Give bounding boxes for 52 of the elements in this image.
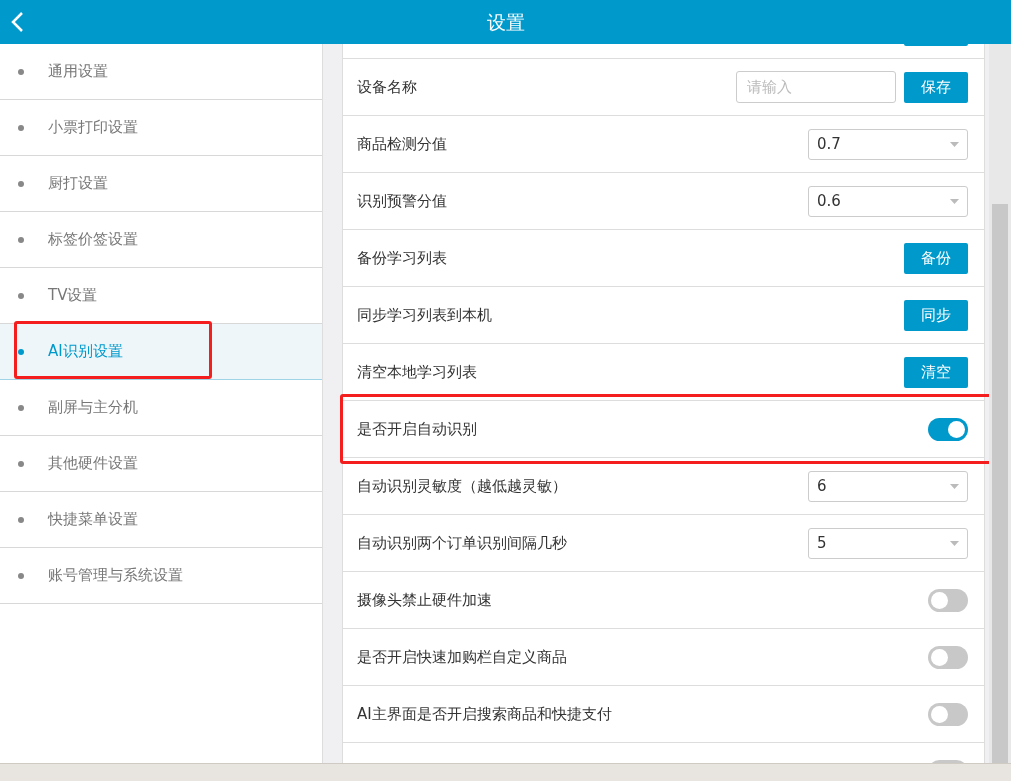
action-button[interactable]: 清空 — [904, 356, 968, 388]
toggle-switch[interactable] — [928, 702, 968, 726]
setting-label: 是否开启自动识别 — [357, 418, 477, 440]
caret-icon — [950, 198, 959, 204]
setting-label: 自动识别灵敏度（越低越灵敏） — [357, 475, 567, 497]
setting-label: 同步学习列表到本机 — [357, 304, 492, 326]
action-button[interactable]: 同步 — [904, 299, 968, 331]
bullet-icon — [18, 572, 24, 579]
select-field[interactable]: 6 — [808, 470, 968, 502]
caret-icon — [950, 141, 959, 147]
setting-label: 商品检测分值 — [357, 133, 447, 155]
save-button[interactable]: 保存 — [904, 71, 968, 103]
bullet-icon — [18, 124, 24, 131]
select-field[interactable]: 0.7 — [808, 128, 968, 160]
sidebar-item[interactable]: AI识别设置 — [0, 324, 322, 380]
sidebar-item[interactable]: 标签价签设置 — [0, 212, 322, 268]
bullet-icon — [18, 404, 24, 411]
sidebar-item[interactable]: 账号管理与系统设置 — [0, 548, 322, 604]
select-field[interactable]: 5 — [808, 527, 968, 559]
toggle-switch[interactable] — [928, 417, 968, 441]
action-button[interactable]: 备份 — [904, 242, 968, 274]
setting-label: 摄像头禁止硬件加速 — [357, 589, 492, 611]
toggle-switch[interactable] — [928, 645, 968, 669]
toggle-switch[interactable] — [928, 588, 968, 612]
page-title: 设置 — [486, 9, 525, 35]
bullet-icon — [18, 460, 24, 467]
setting-label: 设备名称 — [357, 76, 417, 98]
caret-icon — [950, 540, 959, 546]
caret-icon — [950, 483, 959, 489]
setting-label: 备份学习列表 — [357, 247, 447, 269]
sidebar-item[interactable]: 副屏与主分机 — [0, 380, 322, 436]
device-name-field[interactable]: 请输入 — [736, 71, 896, 103]
setting-label: 自动识别两个订单识别间隔几秒 — [357, 532, 567, 554]
bullet-icon — [18, 180, 24, 187]
setting-label: 是否开启快速加购栏自定义商品 — [357, 646, 567, 668]
bullet-icon — [18, 236, 24, 243]
sidebar-item[interactable]: 快捷菜单设置 — [0, 492, 322, 548]
scrollbar-thumb[interactable] — [992, 204, 1008, 763]
button-edge[interactable] — [904, 44, 968, 46]
sidebar-item[interactable]: 厨打设置 — [0, 156, 322, 212]
bullet-icon — [18, 348, 24, 355]
sidebar-item[interactable]: 小票打印设置 — [0, 100, 322, 156]
setting-label: AI主界面是否开启搜索商品和快捷支付 — [357, 703, 612, 725]
setting-label: 清空本地学习列表 — [357, 361, 477, 383]
bullet-icon — [18, 292, 24, 299]
setting-label: 识别预警分值 — [357, 190, 447, 212]
back-icon[interactable] — [10, 11, 26, 33]
sidebar-item[interactable]: 通用设置 — [0, 44, 322, 100]
bullet-icon — [18, 516, 24, 523]
sidebar-item[interactable]: 其他硬件设置 — [0, 436, 322, 492]
bullet-icon — [18, 68, 24, 75]
select-field[interactable]: 0.6 — [808, 185, 968, 217]
